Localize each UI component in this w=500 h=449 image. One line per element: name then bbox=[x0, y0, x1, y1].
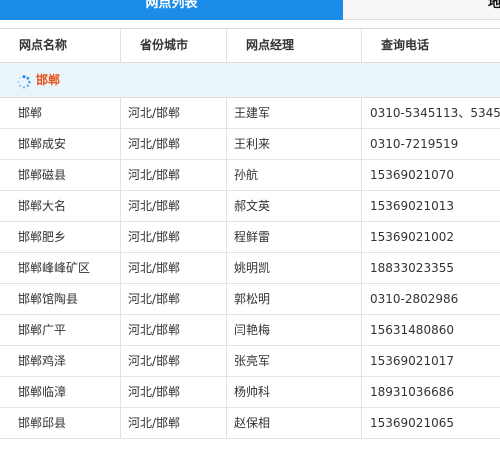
province-city-cell: 河北/邯郸 bbox=[121, 129, 227, 159]
manager-cell: 王建军 bbox=[227, 98, 362, 128]
table-row[interactable]: 邯郸鸡泽 河北/邯郸 张亮军 15369021017 bbox=[0, 346, 500, 377]
table-row[interactable]: 邯郸邱县 河北/邯郸 赵保相 15369021065 bbox=[0, 408, 500, 439]
outlet-name-cell: 邯郸广平 bbox=[0, 315, 121, 345]
table-header: 网点名称 省份城市 网点经理 查询电话 bbox=[0, 28, 500, 63]
phone-cell: 15369021013 bbox=[370, 199, 454, 213]
manager-cell: 郝文英 bbox=[227, 191, 362, 221]
manager-cell: 王利来 bbox=[227, 129, 362, 159]
table-row[interactable]: 邯郸临漳 河北/邯郸 杨帅科 18931036686 bbox=[0, 377, 500, 408]
phone-cell: 0310-2802986 bbox=[370, 292, 459, 306]
table-row[interactable]: 邯郸广平 河北/邯郸 闫艳梅 15631480860 bbox=[0, 315, 500, 346]
province-city-cell: 河北/邯郸 bbox=[121, 222, 227, 252]
outlet-name-cell: 邯郸临漳 bbox=[0, 377, 121, 407]
phone-cell: 18931036686 bbox=[370, 385, 454, 399]
phone-cell: 15369021065 bbox=[370, 416, 454, 430]
table-row[interactable]: 邯郸磁县 河北/邯郸 孙航 15369021070 bbox=[0, 160, 500, 191]
phone-cell: 15631480860 bbox=[370, 323, 454, 337]
province-city-cell: 河北/邯郸 bbox=[121, 160, 227, 190]
manager-cell: 郭松明 bbox=[227, 284, 362, 314]
outlet-name-cell: 邯郸肥乡 bbox=[0, 222, 121, 252]
province-city-cell: 河北/邯郸 bbox=[121, 408, 227, 438]
outlet-name-cell: 邯郸邱县 bbox=[0, 408, 121, 438]
outlet-name-cell: 邯郸鸡泽 bbox=[0, 346, 121, 376]
tab-map[interactable]: 地 bbox=[343, 0, 500, 20]
phone-cell: 15369021017 bbox=[370, 354, 454, 368]
phone-cell: 0310-7219519 bbox=[370, 137, 459, 151]
table-body: 邯郸河北/邯郸王建军0310-5345113、5345114邯郸成安河北/邯郸王… bbox=[0, 98, 500, 439]
outlet-name-cell: 邯郸成安 bbox=[0, 129, 121, 159]
province-city-cell: 河北/邯郸 bbox=[121, 253, 227, 283]
table-row[interactable]: 邯郸峰峰矿区 河北/邯郸 姚明凯 18833023355 bbox=[0, 253, 500, 284]
table-row[interactable]: 邯郸馆陶县 河北/邯郸 郭松明 0310-2802986 bbox=[0, 284, 500, 315]
loading-spinner-icon bbox=[17, 74, 31, 89]
manager-cell: 程鲜雷 bbox=[227, 222, 362, 252]
manager-cell: 姚明凯 bbox=[227, 253, 362, 283]
outlet-name-cell: 邯郸大名 bbox=[0, 191, 121, 221]
province-city-cell: 河北/邯郸 bbox=[121, 284, 227, 314]
manager-cell: 孙航 bbox=[227, 160, 362, 190]
manager-cell: 赵保相 bbox=[227, 408, 362, 438]
table-row[interactable]: 邯郸大名 河北/邯郸 郝文英 15369021013 bbox=[0, 191, 500, 222]
tab-outlet-list[interactable]: 网点列表 bbox=[0, 0, 343, 20]
table-row[interactable]: 邯郸成安 河北/邯郸 王利来 0310-7219519 bbox=[0, 129, 500, 160]
phone-cell: 15369021070 bbox=[370, 168, 454, 182]
header-outlet-name: 网点名称 bbox=[0, 29, 121, 62]
manager-cell: 杨帅科 bbox=[227, 377, 362, 407]
table-row[interactable]: 邯郸肥乡 河北/邯郸 程鲜雷 15369021002 bbox=[0, 222, 500, 253]
manager-cell: 闫艳梅 bbox=[227, 315, 362, 345]
phone-cell: 18833023355 bbox=[370, 261, 454, 275]
province-city-cell: 河北/邯郸 bbox=[121, 377, 227, 407]
manager-cell: 张亮军 bbox=[227, 346, 362, 376]
table-row[interactable]: 邯郸河北/邯郸王建军 0310-5345113、5345114 bbox=[0, 98, 500, 129]
outlet-name-cell: 邯郸磁县 bbox=[0, 160, 121, 190]
header-outlet-manager: 网点经理 bbox=[227, 29, 362, 62]
group-label: 邯郸 bbox=[36, 73, 61, 87]
province-city-cell: 河北/邯郸 bbox=[121, 98, 227, 128]
province-city-cell: 河北/邯郸 bbox=[121, 346, 227, 376]
phone-cell: 0310-5345113、5345114 bbox=[370, 106, 500, 120]
province-city-cell: 河北/邯郸 bbox=[121, 191, 227, 221]
tab-bar: 网点列表 地 bbox=[0, 0, 500, 20]
outlet-name-cell: 邯郸 bbox=[0, 98, 121, 128]
outlet-name-cell: 邯郸峰峰矿区 bbox=[0, 253, 121, 283]
header-phone: 查询电话 bbox=[381, 38, 430, 52]
group-row-handan[interactable]: 邯郸 bbox=[0, 63, 500, 98]
outlet-name-cell: 邯郸馆陶县 bbox=[0, 284, 121, 314]
phone-cell: 15369021002 bbox=[370, 230, 454, 244]
province-city-cell: 河北/邯郸 bbox=[121, 315, 227, 345]
header-province-city: 省份城市 bbox=[121, 29, 227, 62]
